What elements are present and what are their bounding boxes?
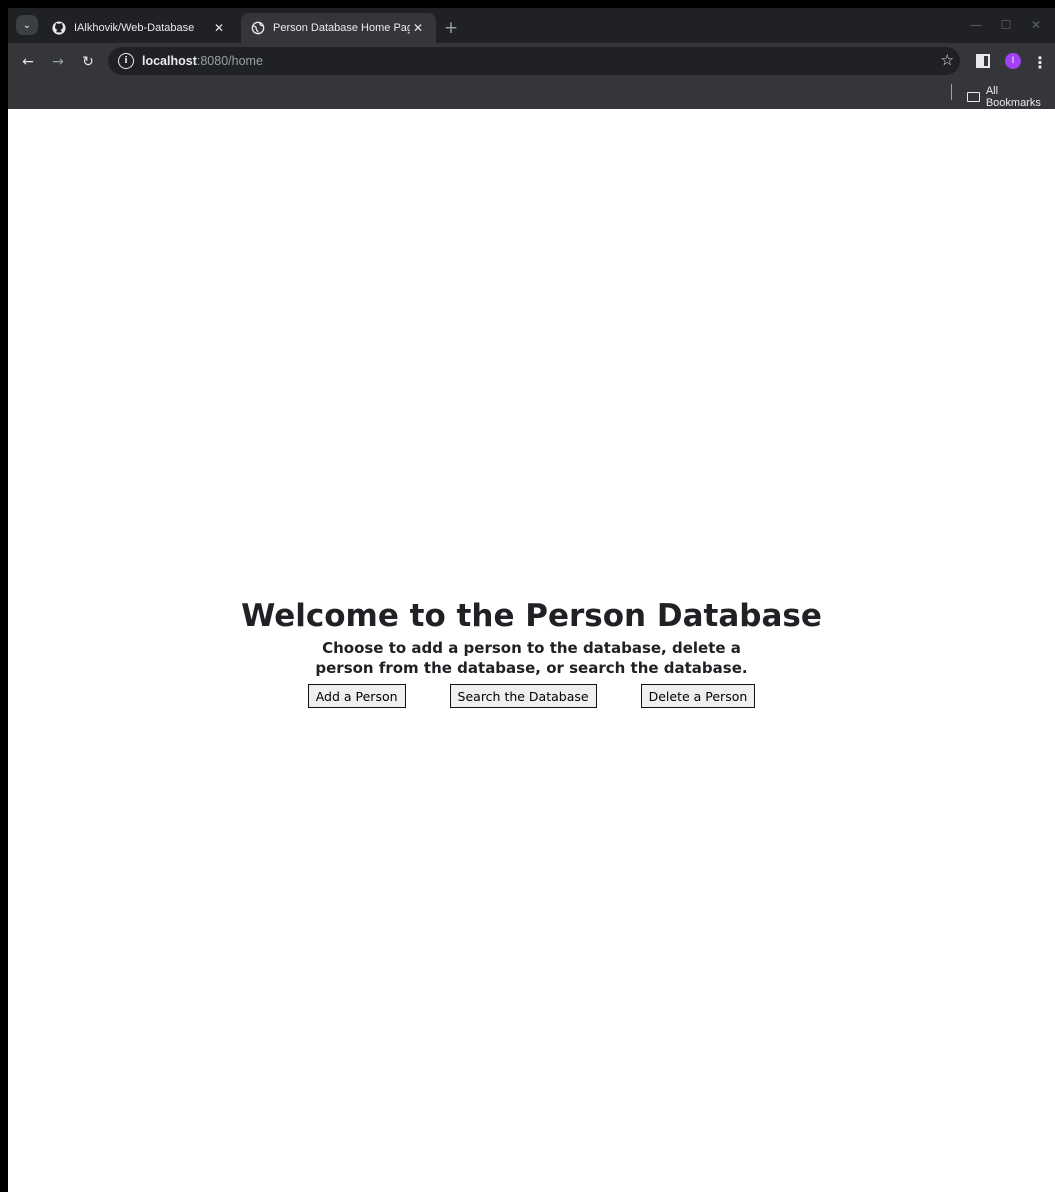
site-info-icon[interactable]: i (118, 53, 134, 69)
action-buttons: Add a Person Search the Database Delete … (8, 684, 1055, 708)
globe-icon (251, 21, 265, 35)
tab-person-database[interactable]: Person Database Home Page ✕ (241, 13, 436, 43)
close-window-icon[interactable]: ✕ (1021, 14, 1051, 36)
tab-title: Person Database Home Page (273, 22, 410, 34)
back-icon[interactable]: ← (18, 52, 38, 72)
close-icon[interactable]: ✕ (211, 20, 227, 36)
avatar[interactable]: I (1005, 53, 1021, 69)
all-bookmarks-button[interactable]: All Bookmarks (967, 85, 1055, 109)
page-title: Welcome to the Person Database (241, 598, 822, 634)
menu-icon[interactable]: ⋮ (1032, 52, 1048, 72)
bookmarks-bar: All Bookmarks (8, 79, 1055, 109)
browser-chrome: ⌄ IAlkhovik/Web-Database ✕ Person Databa… (0, 0, 1055, 109)
bookmark-star-icon[interactable]: ☆ (941, 51, 954, 69)
all-bookmarks-label: All Bookmarks (985, 85, 1041, 109)
url-path: :8080/home (196, 54, 263, 68)
tab-github[interactable]: IAlkhovik/Web-Database ✕ (42, 13, 237, 43)
page-subtitle: Choose to add a person to the database, … (315, 639, 748, 677)
folder-icon (967, 92, 980, 102)
add-person-button[interactable]: Add a Person (307, 684, 406, 708)
new-tab-button[interactable]: + (440, 17, 462, 39)
github-icon (52, 21, 66, 35)
minimize-icon[interactable]: — (961, 14, 991, 36)
address-bar[interactable]: i localhost:8080/home ☆ (108, 47, 960, 75)
reload-icon[interactable]: ↻ (78, 52, 98, 72)
tab-search-button[interactable]: ⌄ (16, 15, 38, 35)
delete-person-button[interactable]: Delete a Person (640, 684, 756, 708)
tab-title: IAlkhovik/Web-Database (74, 22, 195, 34)
bookmarks-divider (951, 84, 952, 100)
url-host: localhost (142, 54, 197, 68)
toolbar: ← → ↻ i localhost:8080/home ☆ I ⋮ (8, 43, 1055, 79)
main-content: Welcome to the Person Database Choose to… (8, 598, 1055, 708)
side-panel-icon[interactable] (976, 54, 990, 68)
chevron-down-icon: ⌄ (22, 19, 32, 31)
search-database-button[interactable]: Search the Database (449, 684, 597, 708)
tab-strip: ⌄ IAlkhovik/Web-Database ✕ Person Databa… (8, 8, 1055, 43)
page-viewport: Welcome to the Person Database Choose to… (8, 109, 1055, 1192)
close-icon[interactable]: ✕ (410, 20, 426, 36)
maximize-icon[interactable]: ☐ (991, 14, 1021, 36)
forward-icon[interactable]: → (48, 52, 68, 72)
url-text[interactable]: localhost:8080/home (142, 54, 263, 68)
